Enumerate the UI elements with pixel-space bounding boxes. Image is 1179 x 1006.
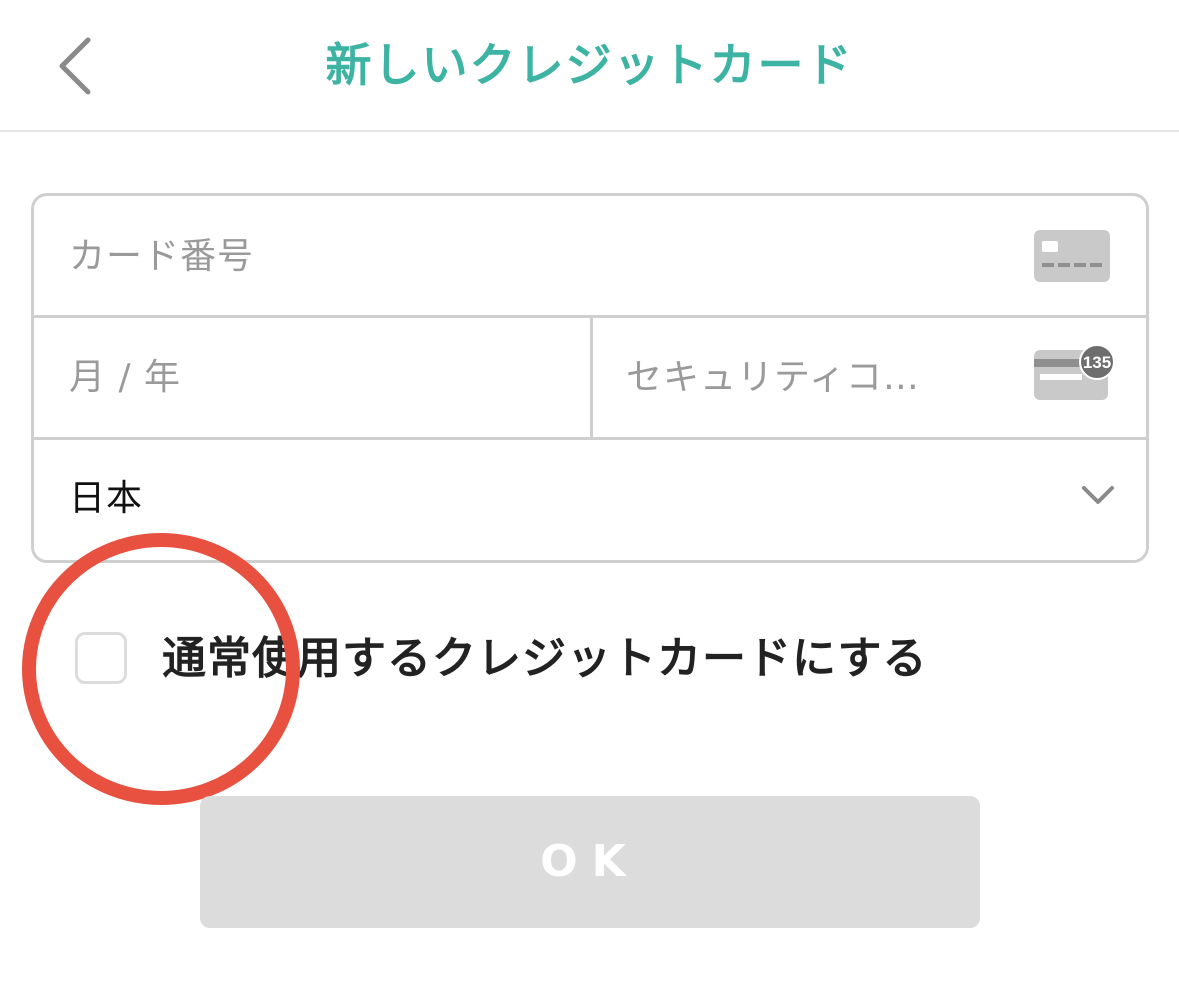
- cvc-card-icon: 135: [1034, 346, 1115, 400]
- cvc-badge-text: 135: [1083, 353, 1111, 372]
- page-title: 新しいクレジットカード: [325, 38, 854, 92]
- card-number-row[interactable]: カード番号: [34, 196, 1146, 318]
- default-card-label[interactable]: 通常使用するクレジットカードにする: [162, 630, 927, 688]
- field-divider: [590, 318, 593, 437]
- expiry-input[interactable]: 月 / 年: [69, 353, 181, 403]
- country-row[interactable]: 日本: [34, 440, 1146, 560]
- card-number-input[interactable]: カード番号: [69, 232, 254, 282]
- country-select[interactable]: 日本: [69, 474, 143, 524]
- header-bar: 新しいクレジットカード: [0, 0, 1179, 132]
- expiry-cvc-row: 月 / 年 セキュリティコ… 135: [34, 318, 1146, 440]
- ok-button[interactable]: OK: [200, 796, 980, 928]
- credit-card-icon: [1034, 230, 1110, 282]
- cvc-input[interactable]: セキュリティコ…: [626, 353, 920, 403]
- chevron-down-icon[interactable]: [1078, 480, 1118, 510]
- card-form: カード番号 月 / 年 セキュリティコ… 135 日本: [31, 193, 1149, 563]
- default-card-checkbox[interactable]: [75, 632, 127, 684]
